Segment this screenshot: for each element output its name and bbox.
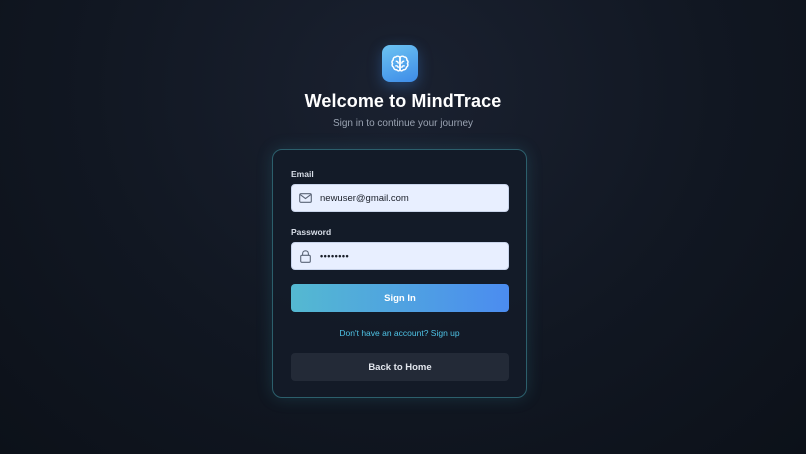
sign-in-button[interactable]: Sign In xyxy=(291,284,509,312)
app-logo xyxy=(382,45,418,82)
sign-up-link[interactable]: Don't have an account? Sign up xyxy=(273,328,526,338)
mail-icon xyxy=(292,193,318,203)
password-value: •••••••• xyxy=(320,251,350,261)
brain-icon xyxy=(391,54,409,72)
email-value: newuser@gmail.com xyxy=(320,192,409,204)
login-card: Email newuser@gmail.com Password •••••••… xyxy=(272,149,527,398)
password-label: Password xyxy=(291,227,332,237)
page-subtitle: Sign in to continue your journey xyxy=(332,118,474,129)
email-field[interactable]: newuser@gmail.com xyxy=(291,184,509,212)
page-title: Welcome to MindTrace xyxy=(304,91,502,111)
lock-icon xyxy=(292,249,318,263)
back-to-home-button[interactable]: Back to Home xyxy=(291,353,509,381)
password-field[interactable]: •••••••• xyxy=(291,242,509,270)
email-label: Email xyxy=(291,169,314,179)
